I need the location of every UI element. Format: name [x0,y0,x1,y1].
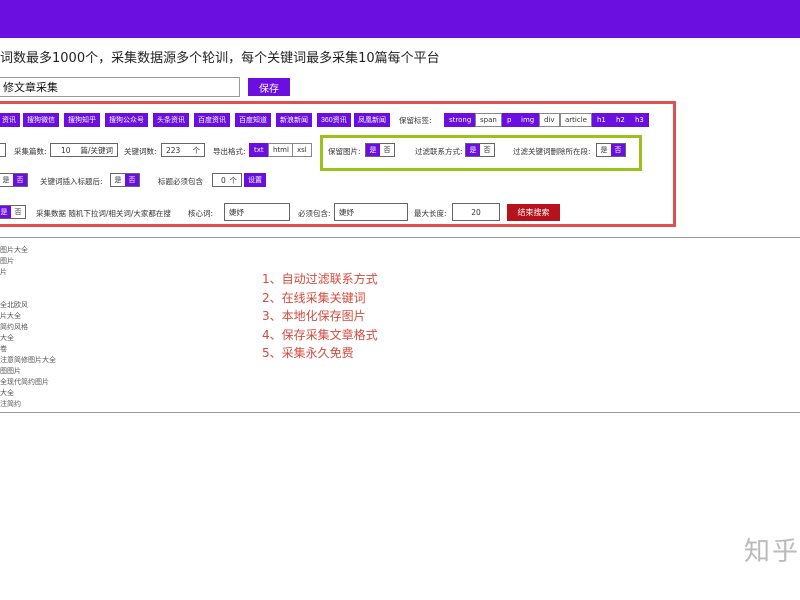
title-must-contain-value: 0 [221,175,226,185]
end-search-button[interactable]: 结束搜索 [507,204,560,221]
yes-option[interactable]: 是 [366,144,380,156]
list-item[interactable]: 片 [0,267,56,278]
collect-count-value: 10 [61,145,71,155]
source-button[interactable]: 百度资讯 [194,113,230,127]
feature-item: 1、自动过滤联系方式 [262,272,378,286]
source-button[interactable]: 凤凰新闻 [354,113,390,127]
export-format-option[interactable]: html [268,143,294,157]
yes-option[interactable]: 是 [0,206,11,218]
max-length-label: 最大长度: [414,209,447,218]
list-item[interactable]: 图片大全 [0,245,56,256]
source-button[interactable]: 资讯 [0,113,20,127]
list-item[interactable]: 注简约 [0,399,56,410]
max-length-input[interactable]: 20 [452,203,500,221]
list-item[interactable]: 注意简修图片大全 [0,355,56,366]
tag-toggle[interactable]: p [502,113,517,127]
yes-option[interactable]: 是 [597,144,611,156]
top-bar [0,0,800,38]
list-item[interactable]: 简约风格 [0,322,56,333]
core-word-label: 核心词: [188,209,214,218]
must-contain-label: 必须包含: [298,209,331,218]
filter-keyword-para-toggle[interactable]: 是 否 [596,143,626,157]
feature-list: 1、自动过滤联系方式 2、在线采集关键词 3、本地化保存图片 4、保存采集文章格… [262,270,378,363]
source-button[interactable]: 搜狗知乎 [64,113,100,127]
no-option[interactable]: 否 [11,206,25,218]
row3-left-toggle[interactable]: 是 否 [0,173,28,187]
save-button[interactable]: 保存 [248,78,290,96]
tag-toggle[interactable]: h2 [611,113,630,127]
random-source-label: 采集数据 随机下拉词/相关词/大家都在搜 [36,209,171,218]
list-item [0,289,56,300]
tag-toggle[interactable]: article [560,113,592,127]
set-button[interactable]: 设置 [244,173,266,187]
yes-option[interactable]: 是 [466,144,480,156]
title-must-contain-unit: 个 [229,175,238,185]
export-format-option[interactable]: xsl [292,143,312,157]
source-button[interactable]: 搜狗公众号 [105,113,148,127]
divider [0,237,800,238]
source-button[interactable]: 搜狗微信 [23,113,59,127]
collect-count-label: 采集篇数: [14,147,47,156]
tag-toggle[interactable]: h3 [630,113,649,127]
feature-item: 3、本地化保存图片 [262,309,366,323]
source-button[interactable]: 头条资讯 [153,113,189,127]
divider [0,412,800,413]
no-option[interactable]: 否 [480,144,494,156]
tag-toggle[interactable]: span [475,113,502,127]
yes-option[interactable]: 是 [0,174,13,186]
list-item[interactable]: 图图片 [0,366,56,377]
filter-keyword-para-label: 过滤关键词删除所在段: [513,147,591,156]
collect-count-unit: 篇/关键词 [80,145,113,155]
keep-images-toggle[interactable]: 是 否 [365,143,395,157]
list-item[interactable]: 卷 [0,344,56,355]
feature-item: 5、采集永久免费 [262,346,354,360]
row2-left-field[interactable] [0,143,6,157]
task-title-input[interactable] [0,77,240,97]
filter-contact-label: 过滤联系方式: [415,147,463,156]
list-item[interactable]: 大全 [0,388,56,399]
keyword-insert-title-toggle[interactable]: 是 否 [110,173,140,187]
export-format-option[interactable]: txt [249,143,269,157]
collect-count-field[interactable]: 10 篇/关键词 [50,143,118,157]
result-list: 图片大全 图片 片 全北欧风 片大全 简约风格 大全 卷 注意简修图片大全 图图… [0,245,56,410]
no-option[interactable]: 否 [380,144,394,156]
must-contain-input[interactable]: 婕妤 [334,203,408,221]
keyword-insert-title-label: 关键词插入标题后: [40,177,103,186]
core-word-input[interactable]: 婕妤 [224,203,290,221]
source-button[interactable]: 百度知道 [235,113,271,127]
list-item [0,278,56,289]
list-item[interactable]: 大全 [0,333,56,344]
tag-toggle[interactable]: h1 [592,113,611,127]
tag-toggle[interactable]: div [539,113,560,127]
feature-item: 2、在线采集关键词 [262,290,366,305]
no-option[interactable]: 否 [611,144,625,156]
keep-images-label: 保留图片: [328,147,361,156]
filter-contact-toggle[interactable]: 是 否 [465,143,495,157]
feature-item: 4、保存采集文章格式 [262,327,378,342]
intro-text: 词数最多1000个，采集数据源多个轮训，每个关键词最多采集10篇每个平台 [0,51,440,66]
no-option[interactable]: 否 [125,174,139,186]
keyword-count-field[interactable]: 223 个 [161,143,205,157]
export-format-label: 导出格式: [213,147,246,156]
source-button[interactable]: 360资讯 [317,113,351,127]
keyword-count-unit: 个 [192,145,201,155]
title-must-contain-field[interactable]: 0 个 [212,173,242,187]
list-item[interactable]: 全现代简约图片 [0,377,56,388]
yes-option[interactable]: 是 [111,174,125,186]
keep-tags-label: 保留标签: [399,116,432,125]
no-option[interactable]: 否 [13,174,27,186]
title-must-contain-label: 标题必须包含 [158,177,203,186]
keyword-count-label: 关键词数: [124,147,157,156]
keyword-count-value: 223 [166,145,181,155]
list-item[interactable]: 图片 [0,256,56,267]
source-button[interactable]: 新浪新闻 [276,113,312,127]
zhihu-watermark: 知乎 [744,537,800,567]
list-item[interactable]: 全北欧风 [0,300,56,311]
tag-toggle[interactable]: img [516,113,540,127]
list-item[interactable]: 片大全 [0,311,56,322]
row4-left-toggle[interactable]: 是 否 [0,205,26,219]
tag-toggle[interactable]: strong [444,113,477,127]
